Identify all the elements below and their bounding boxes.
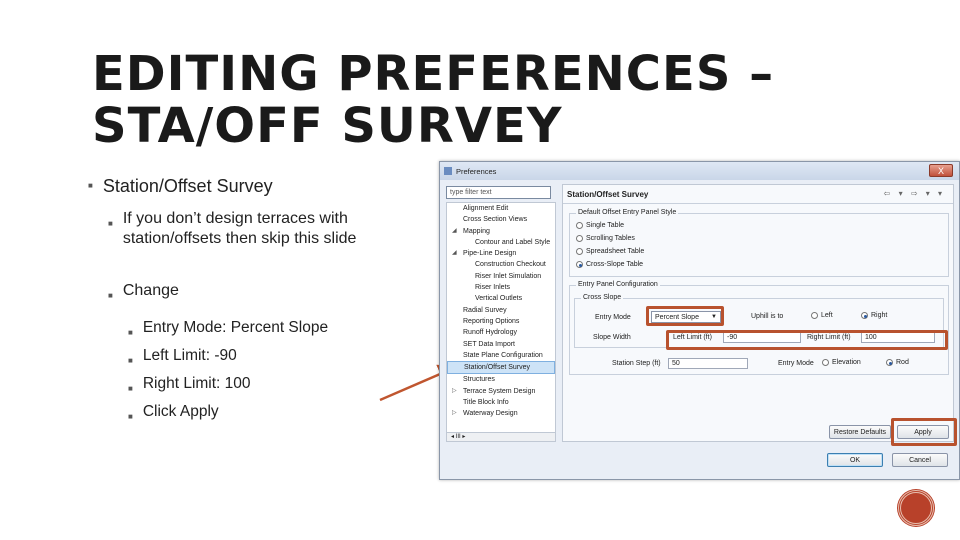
tree-item-label: Pipe-Line Design <box>463 250 517 258</box>
expand-toggle-icon[interactable]: ◢ <box>452 248 457 259</box>
tree-item[interactable]: Reporting Options <box>447 316 555 327</box>
preferences-dialog: Preferences X type filter text Alignment… <box>439 161 960 480</box>
tree-item[interactable]: ▷ Waterway Design <box>447 408 555 419</box>
tree-item[interactable]: ▷ Terrace System Design <box>447 386 555 397</box>
slide: EDITING PREFERENCES – STA/OFF SURVEY ■ St… <box>0 0 960 540</box>
tree-item[interactable]: Structures <box>447 374 555 385</box>
tree-item-label: Cross Section Views <box>463 216 528 224</box>
radio-single-table[interactable]: Single Table <box>576 222 624 229</box>
default-style-group: Default Offset Entry Panel Style Single … <box>569 209 949 277</box>
tree-item-label: State Plane Configuration <box>463 351 543 359</box>
radio-elevation[interactable]: Elevation <box>822 359 861 366</box>
tree-item[interactable]: SET Data Import <box>447 339 555 350</box>
tree-item-label: Contour and Label Style <box>475 238 551 246</box>
radio-icon <box>576 248 583 255</box>
radio-label: Rod <box>896 359 909 366</box>
station-step-label: Station Step (ft) <box>612 360 661 367</box>
ok-button[interactable]: OK <box>827 453 883 467</box>
tree-item[interactable]: Station/Offset Survey <box>447 361 555 375</box>
radio-rod[interactable]: Rod <box>886 359 909 366</box>
tree-item-label: Title Block Info <box>463 399 509 407</box>
app-icon <box>444 167 452 175</box>
scrollbar-glyphs: ◂ III ▸ <box>451 434 466 440</box>
preferences-tree[interactable]: Alignment Edit Cross Section Views ◢ Mappin… <box>446 202 556 442</box>
radio-scrolling-tables[interactable]: Scrolling Tables <box>576 235 635 242</box>
radio-uphill-left[interactable]: Left <box>811 312 833 319</box>
filter-input[interactable]: type filter text <box>446 186 551 199</box>
close-button[interactable]: X <box>929 164 953 177</box>
dialog-titlebar[interactable]: Preferences <box>440 162 959 180</box>
expand-toggle-icon[interactable]: ▷ <box>452 408 457 419</box>
logo-seal-icon <box>898 490 934 526</box>
tree-item-label: Structures <box>463 376 495 384</box>
radio-label: Cross-Slope Table <box>586 261 644 268</box>
radio-selected-icon <box>861 312 868 319</box>
radio-label: Spreadsheet Table <box>586 248 645 255</box>
radio-icon <box>811 312 818 319</box>
slope-width-label: Slope Width <box>593 334 631 341</box>
radio-cross-slope-table[interactable]: Cross-Slope Table <box>576 261 643 268</box>
radio-icon <box>576 235 583 242</box>
tree-item[interactable]: Cross Section Views <box>447 214 555 225</box>
tree-item[interactable]: Riser Inlet Simulation <box>447 271 555 282</box>
limits-highlight <box>666 330 948 350</box>
tree-item-label: Vertical Outlets <box>475 295 523 303</box>
group-label: Default Offset Entry Panel Style <box>576 209 679 216</box>
tree-item-label: Terrace System Design <box>463 387 536 395</box>
preference-page: Station/Offset Survey ⇦ ▾ ⇨ ▾ ▾ Default … <box>562 184 954 442</box>
tree-item[interactable]: ◢ Pipe-Line Design <box>447 248 555 259</box>
radio-selected-icon <box>886 359 893 366</box>
radio-label: Single Table <box>586 222 625 229</box>
tree-scrollbar[interactable]: ◂ III ▸ <box>446 432 556 442</box>
tree-item-label: SET Data Import <box>463 340 516 348</box>
tree-item-label: Runoff Hydrology <box>463 329 517 337</box>
apply-highlight <box>891 418 957 446</box>
cancel-button[interactable]: Cancel <box>892 453 948 467</box>
dialog-title: Preferences <box>456 166 497 176</box>
group-label: Entry Panel Configuration <box>576 281 660 288</box>
tree-item[interactable]: Contour and Label Style <box>447 237 555 248</box>
tree-item-label: Riser Inlets <box>475 284 511 292</box>
entry-mode-highlight <box>646 306 724 326</box>
tree-item-label: Mapping <box>463 227 490 235</box>
tree-item-label: Reporting Options <box>463 317 520 325</box>
radio-uphill-right[interactable]: Right <box>861 312 887 319</box>
tree-item[interactable]: Riser Inlets <box>447 282 555 293</box>
tree-item[interactable]: Title Block Info <box>447 397 555 408</box>
radio-label: Right <box>871 312 888 319</box>
tree-item[interactable]: State Plane Configuration <box>447 350 555 361</box>
group-label: Cross Slope <box>581 294 624 301</box>
expand-toggle-icon[interactable]: ◢ <box>452 226 457 237</box>
radio-spreadsheet-table[interactable]: Spreadsheet Table <box>576 248 644 255</box>
station-step-input[interactable]: 50 <box>668 358 748 369</box>
radio-selected-icon <box>576 261 583 268</box>
tree-item[interactable]: Vertical Outlets <box>447 293 555 304</box>
tree-item[interactable]: Alignment Edit <box>447 203 555 214</box>
tree-item[interactable]: Radial Survey <box>447 305 555 316</box>
page-title: Station/Offset Survey <box>567 190 649 199</box>
entry-mode-2-label: Entry Mode <box>778 360 814 367</box>
tree-item-label: Radial Survey <box>463 306 507 314</box>
restore-defaults-button[interactable]: Restore Defaults <box>829 425 891 439</box>
expand-toggle-icon[interactable]: ▷ <box>452 386 457 397</box>
nav-arrows-icon[interactable]: ⇦ ▾ ⇨ ▾ ▾ <box>884 189 945 198</box>
radio-icon <box>822 359 829 366</box>
tree-item-label: Station/Offset Survey <box>464 364 531 372</box>
radio-label: Left <box>821 312 833 319</box>
tree-item[interactable]: Construction Checkout <box>447 259 555 270</box>
tree-item-label: Alignment Edit <box>463 205 509 212</box>
tree-item-label: Construction Checkout <box>475 261 546 269</box>
radio-label: Elevation <box>832 359 861 366</box>
radio-icon <box>576 222 583 229</box>
tree-item-label: Riser Inlet Simulation <box>475 272 542 280</box>
tree-item[interactable]: Runoff Hydrology <box>447 327 555 338</box>
uphill-label: Uphill is to <box>751 313 784 320</box>
entry-mode-label: Entry Mode <box>595 314 631 321</box>
radio-label: Scrolling Tables <box>586 235 635 242</box>
tree-item-label: Waterway Design <box>463 410 518 418</box>
tree-item[interactable]: ◢ Mapping <box>447 226 555 237</box>
